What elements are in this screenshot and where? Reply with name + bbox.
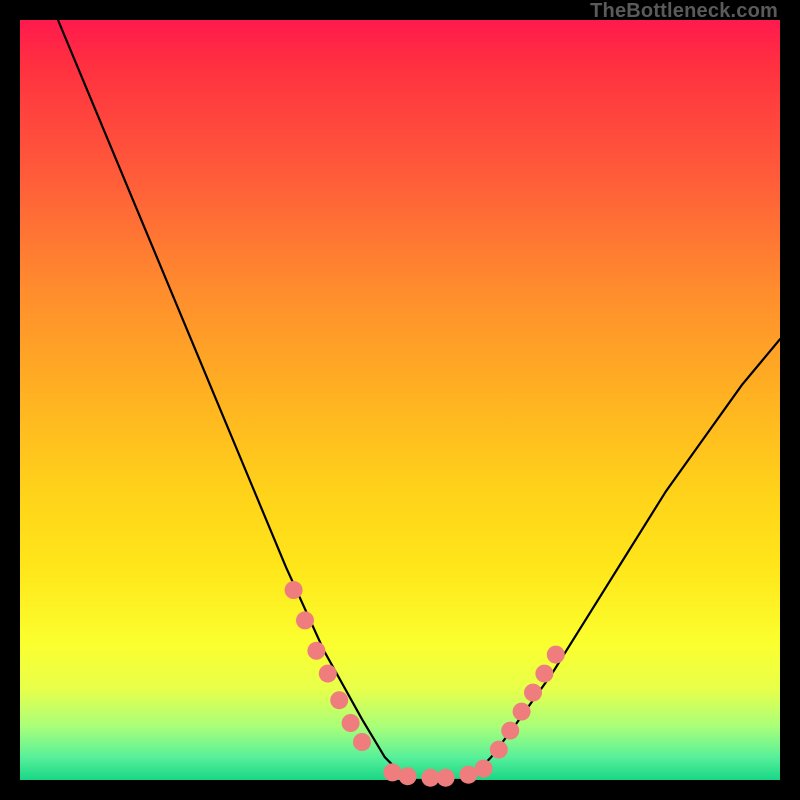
highlight-dot <box>342 714 360 732</box>
highlight-dot <box>307 642 325 660</box>
highlight-dot <box>490 741 508 759</box>
highlight-dots <box>285 581 565 787</box>
highlight-dot <box>296 611 314 629</box>
highlight-dot <box>399 767 417 785</box>
highlight-dot <box>353 733 371 751</box>
bottleneck-curve <box>58 20 780 780</box>
highlight-dot <box>475 760 493 778</box>
highlight-dot <box>501 722 519 740</box>
highlight-dot <box>513 703 531 721</box>
highlight-dot <box>524 684 542 702</box>
chart-frame: TheBottleneck.com <box>0 0 800 800</box>
highlight-dot <box>285 581 303 599</box>
highlight-dot <box>437 769 455 787</box>
highlight-dot <box>319 665 337 683</box>
highlight-dot <box>535 665 553 683</box>
highlight-dot <box>330 691 348 709</box>
curve-group <box>58 20 780 780</box>
highlight-dot <box>547 646 565 664</box>
chart-svg <box>20 20 780 780</box>
highlight-dot <box>383 763 401 781</box>
